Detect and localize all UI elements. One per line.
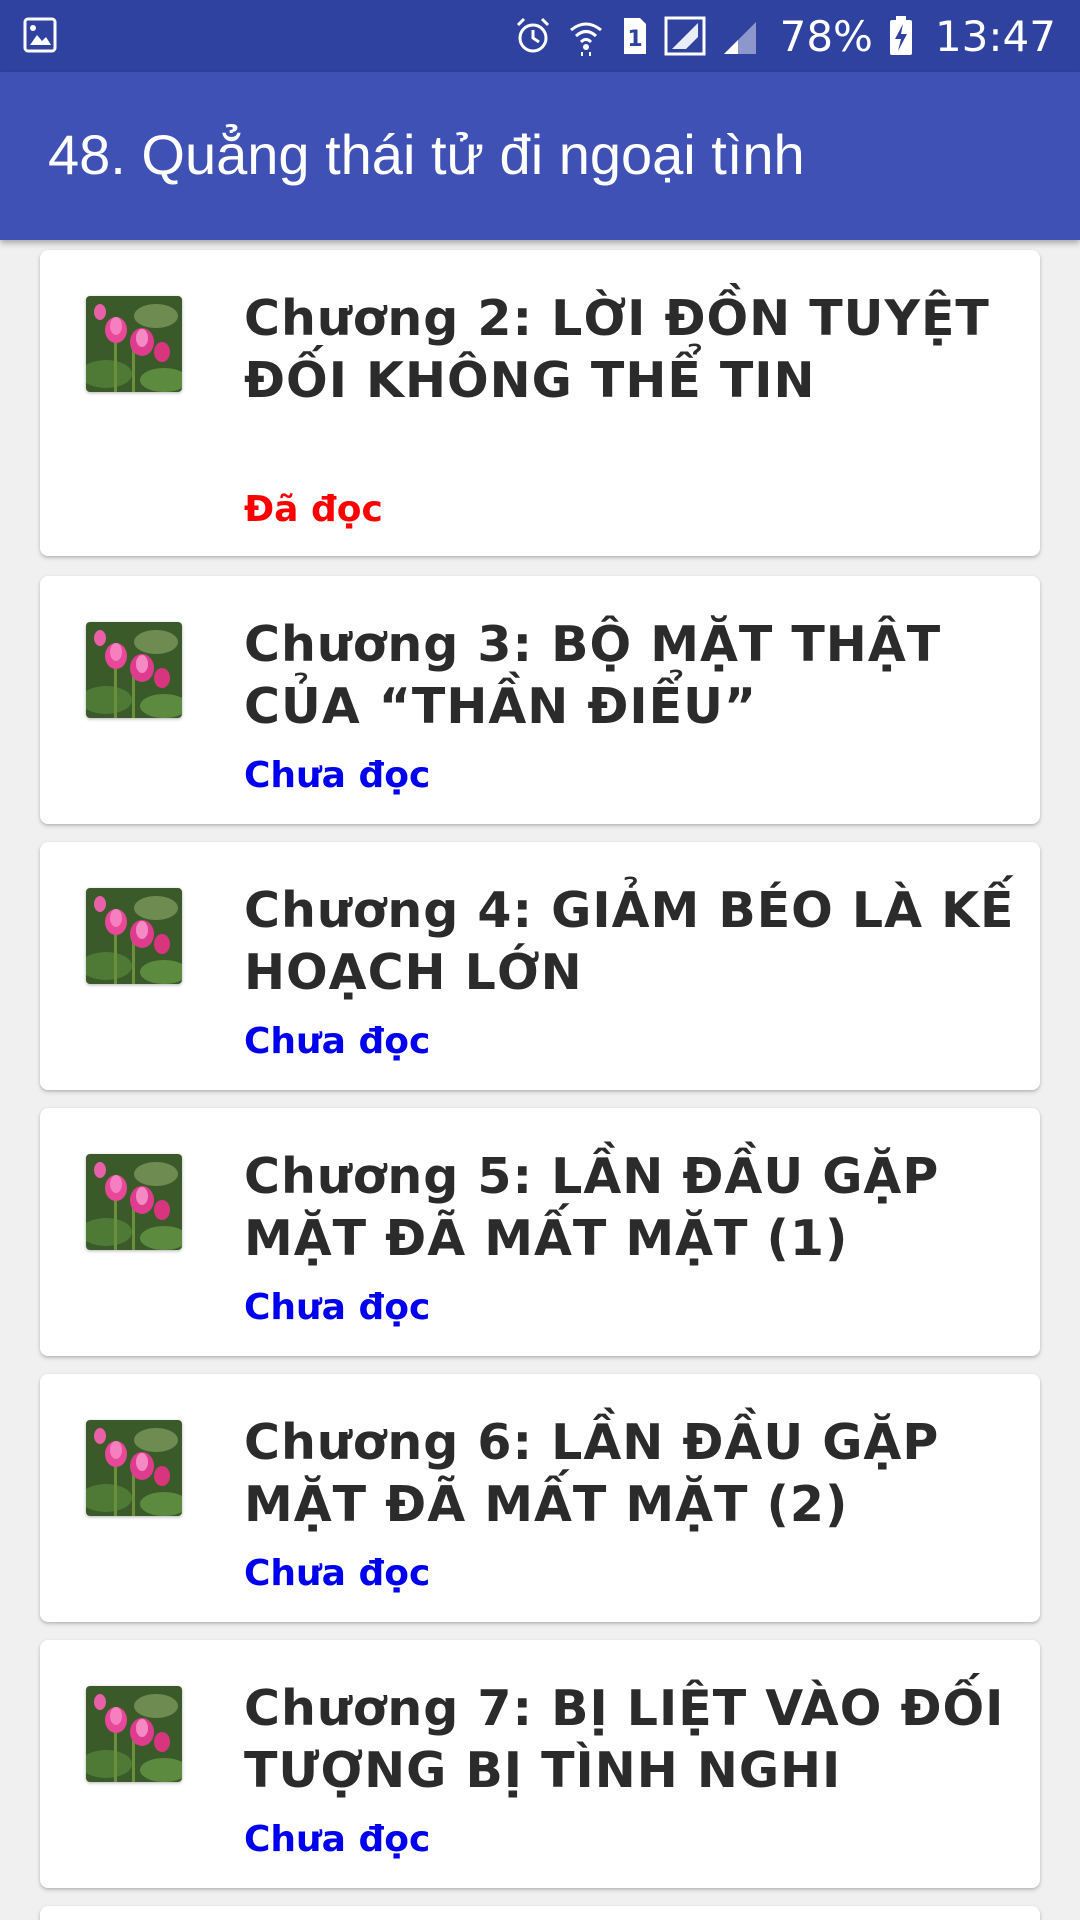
chapter-card-partial[interactable] [40, 1906, 1040, 1920]
chapter-card[interactable]: Chương 4: GIẢM BÉO LÀ KẾ HOẠCH LỚN Chưa đ… [40, 842, 1040, 1090]
chapter-thumbnail [86, 296, 182, 392]
chapter-card[interactable]: Chương 3: BỘ MẶT THẬT CỦA “THẦN ĐIỂU” Chư… [40, 576, 1040, 824]
chapter-card[interactable]: Chương 6: LẦN ĐẦU GẶP MẶT ĐÃ MẤT MẶT (2)… [40, 1374, 1040, 1622]
clock: 13:47 [934, 11, 1056, 61]
chapter-thumbnail [86, 1154, 182, 1250]
signal-weak-icon [722, 16, 758, 56]
read-status: Chưa đọc [244, 1553, 431, 1594]
chapter-thumbnail [86, 622, 182, 718]
app-bar: 48. Quẳng thái tử đi ngoại tình [0, 72, 1080, 240]
gallery-icon [22, 16, 58, 54]
chapter-card[interactable]: Chương 2: LỜI ĐỒN TUYỆT ĐỐI KHÔNG THỂ TI… [40, 250, 1040, 556]
chapter-title: Chương 4: GIẢM BÉO LÀ KẾ HOẠCH LỚN [244, 882, 1015, 1001]
chapter-thumbnail [86, 888, 182, 984]
status-bar: 1 78% 13:47 [0, 0, 1080, 72]
chapter-title: Chương 2: LỜI ĐỒN TUYỆT ĐỐI KHÔNG THỂ TI… [244, 290, 990, 409]
chapter-card[interactable]: Chương 7: BỊ LIỆT VÀO ĐỐI TƯỢNG BỊ TÌNH … [40, 1640, 1040, 1888]
chapter-list[interactable]: Chương 2: LỜI ĐỒN TUYỆT ĐỐI KHÔNG THỂ TI… [0, 240, 1080, 1920]
page-title: 48. Quẳng thái tử đi ngoại tình [48, 123, 805, 186]
chapter-thumbnail [86, 1420, 182, 1516]
chapter-title: Chương 6: LẦN ĐẦU GẶP MẶT ĐÃ MẤT MẶT (2) [244, 1414, 940, 1533]
alarm-icon [514, 16, 552, 56]
wifi-icon [568, 16, 604, 56]
sim-1-icon: 1 [620, 16, 648, 56]
chapter-title: Chương 5: LẦN ĐẦU GẶP MẶT ĐÃ MẤT MẶT (1) [244, 1148, 940, 1267]
read-status: Chưa đọc [244, 1287, 431, 1328]
signal-icon [664, 16, 706, 56]
battery-charging-icon [889, 16, 913, 56]
read-status: Đã đọc [244, 489, 383, 530]
chapter-title: Chương 3: BỘ MẶT THẬT CỦA “THẦN ĐIỂU” [244, 616, 942, 735]
chapter-thumbnail [86, 1686, 182, 1782]
read-status: Chưa đọc [244, 1021, 431, 1062]
read-status: Chưa đọc [244, 755, 431, 796]
chapter-title: Chương 7: BỊ LIỆT VÀO ĐỐI TƯỢNG BỊ TÌNH … [244, 1680, 1005, 1799]
chapter-card[interactable]: Chương 5: LẦN ĐẦU GẶP MẶT ĐÃ MẤT MẶT (1)… [40, 1108, 1040, 1356]
battery-percent: 78% [779, 11, 873, 61]
svg-text:1: 1 [627, 27, 642, 52]
read-status: Chưa đọc [244, 1819, 431, 1860]
